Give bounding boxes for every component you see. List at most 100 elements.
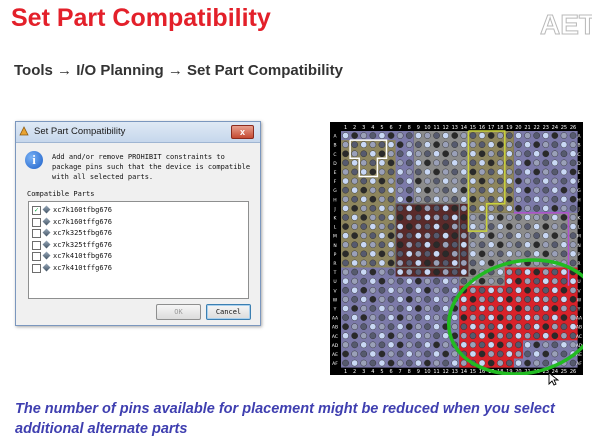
part-checkbox[interactable]: ✓ bbox=[32, 206, 41, 215]
package-pin bbox=[424, 259, 431, 267]
column-tick-label: 5 bbox=[380, 125, 383, 131]
package-pin bbox=[415, 132, 422, 139]
row-tick-label: G bbox=[577, 188, 581, 194]
package-pin bbox=[378, 268, 386, 276]
package-pin bbox=[542, 205, 550, 212]
package-pin bbox=[442, 159, 449, 167]
package-pin bbox=[551, 150, 559, 158]
package-pin bbox=[351, 241, 358, 249]
package-pin bbox=[342, 195, 349, 203]
package-pin bbox=[396, 186, 404, 194]
package-pin bbox=[433, 132, 440, 139]
row-tick-label: H bbox=[577, 197, 580, 203]
package-pin bbox=[369, 150, 377, 158]
package-pin bbox=[369, 214, 377, 221]
part-checkbox[interactable] bbox=[32, 229, 41, 238]
package-pin bbox=[560, 186, 568, 194]
part-checkbox[interactable] bbox=[32, 217, 41, 227]
package-pin bbox=[378, 159, 386, 167]
package-pin bbox=[360, 150, 368, 158]
package-pin bbox=[415, 305, 422, 312]
part-label: xc7k325tfbg676 bbox=[53, 229, 113, 237]
package-pin bbox=[342, 259, 349, 267]
package-pin bbox=[442, 250, 449, 258]
column-tick-label: 12 bbox=[442, 125, 448, 131]
package-pin bbox=[442, 350, 449, 358]
package-pin bbox=[360, 177, 368, 185]
package-pin bbox=[369, 132, 377, 139]
package-pin bbox=[387, 141, 395, 148]
package-pin bbox=[415, 168, 422, 176]
package-pin bbox=[378, 241, 386, 249]
part-checkbox[interactable] bbox=[32, 240, 41, 250]
package-pin bbox=[542, 341, 550, 349]
package-pin bbox=[478, 323, 486, 330]
package-pin bbox=[460, 177, 468, 185]
package-pin bbox=[487, 205, 495, 212]
package-pin bbox=[415, 314, 422, 321]
package-pin bbox=[360, 296, 368, 303]
package-pin bbox=[524, 177, 531, 185]
package-pin bbox=[342, 168, 349, 176]
package-pin bbox=[369, 268, 377, 276]
row-tick-label: AC bbox=[576, 334, 582, 340]
part-label: xc7k160tfbg676 bbox=[53, 206, 113, 214]
package-pin bbox=[560, 195, 568, 203]
close-button[interactable]: x bbox=[231, 125, 254, 139]
package-pin bbox=[442, 150, 449, 158]
package-pin bbox=[551, 132, 559, 139]
package-pin bbox=[506, 296, 513, 303]
package-pin bbox=[515, 305, 522, 312]
part-checkbox[interactable] bbox=[32, 263, 41, 273]
package-pin bbox=[442, 214, 449, 221]
ok-button[interactable]: OK bbox=[156, 304, 201, 320]
package-pin bbox=[387, 214, 395, 221]
package-pin bbox=[515, 286, 522, 294]
package-pin bbox=[569, 141, 577, 148]
column-tick-label: 7 bbox=[399, 369, 402, 375]
cancel-button[interactable]: Cancel bbox=[206, 304, 251, 320]
package-pin bbox=[378, 186, 386, 194]
package-pin bbox=[433, 177, 440, 185]
column-tick-label: 1 bbox=[344, 369, 347, 375]
package-pin bbox=[515, 159, 522, 167]
package-pin bbox=[396, 195, 404, 203]
package-pin bbox=[460, 341, 468, 349]
package-pin bbox=[415, 250, 422, 258]
package-pin bbox=[405, 314, 413, 321]
part-label: xc7k160tffg676 bbox=[53, 217, 113, 226]
compatible-parts-list[interactable]: ✓ xc7k160tfbg676 xc7k160tffg676 xc7k325tfbg… bbox=[28, 201, 249, 299]
package-pin bbox=[369, 195, 377, 203]
package-pin bbox=[451, 277, 459, 285]
package-pin bbox=[560, 132, 568, 139]
package-pin bbox=[378, 332, 386, 340]
dialog-titlebar[interactable]: Set Part Compatibility x bbox=[16, 122, 260, 143]
package-pin bbox=[560, 223, 568, 230]
package-pin bbox=[433, 232, 440, 239]
info-icon: i bbox=[25, 151, 43, 169]
package-pin bbox=[424, 195, 431, 203]
package-pin bbox=[506, 186, 513, 194]
package-pin bbox=[451, 177, 459, 185]
part-checkbox[interactable] bbox=[32, 252, 41, 261]
row-tick-label: G bbox=[333, 188, 337, 194]
package-pin bbox=[469, 168, 477, 176]
package-pin bbox=[415, 223, 422, 230]
package-pin bbox=[478, 250, 486, 258]
package-pin bbox=[378, 232, 386, 239]
package-pin bbox=[460, 159, 468, 167]
package-pin bbox=[487, 350, 495, 358]
package-pin bbox=[533, 250, 540, 258]
package-pin bbox=[478, 259, 486, 267]
package-pin bbox=[442, 141, 449, 148]
package-pin bbox=[387, 195, 395, 203]
package-pin bbox=[396, 232, 404, 239]
column-tick-label: 13 bbox=[452, 125, 458, 131]
package-pin bbox=[569, 241, 577, 249]
package-pin bbox=[424, 132, 431, 139]
package-pin bbox=[396, 286, 404, 294]
package-pin bbox=[469, 132, 477, 139]
package-pin bbox=[433, 223, 440, 230]
package-pin bbox=[560, 177, 568, 185]
package-pin bbox=[351, 150, 358, 158]
